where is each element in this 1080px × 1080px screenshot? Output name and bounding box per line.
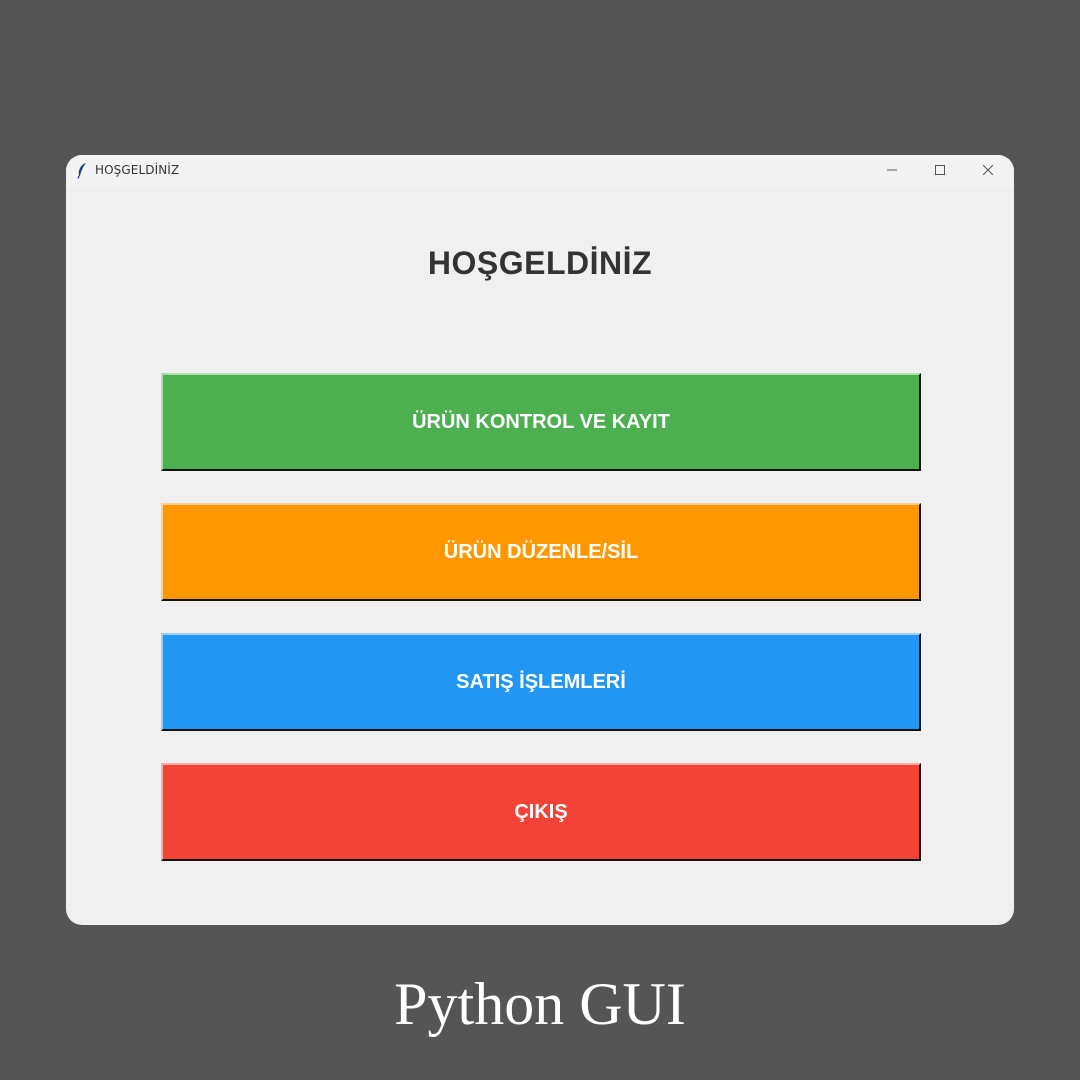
close-button[interactable] <box>965 155 1011 186</box>
app-window: HOŞGELDİNİZ HOŞGELDİNİZ ÜRÜN KONTROL VE … <box>66 155 1014 925</box>
product-control-register-button[interactable]: ÜRÜN KONTROL VE KAYIT <box>161 373 921 471</box>
minimize-button[interactable] <box>869 155 915 186</box>
sales-operations-button[interactable]: SATIŞ İŞLEMLERİ <box>161 633 921 731</box>
button-label: SATIŞ İŞLEMLERİ <box>456 670 626 693</box>
feather-icon <box>76 162 88 179</box>
product-edit-delete-button[interactable]: ÜRÜN DÜZENLE/SİL <box>161 503 921 601</box>
caption-text: Python GUI <box>394 971 686 1037</box>
button-label: ÜRÜN KONTROL VE KAYIT <box>412 410 670 433</box>
title-bar[interactable]: HOŞGELDİNİZ <box>66 155 1014 186</box>
close-icon <box>983 165 993 175</box>
maximize-button[interactable] <box>917 155 963 186</box>
window-title: HOŞGELDİNİZ <box>95 163 180 177</box>
button-label: ÇIKIŞ <box>514 800 568 823</box>
page-title: HOŞGELDİNİZ <box>427 245 653 281</box>
button-label: ÜRÜN DÜZENLE/SİL <box>443 540 639 563</box>
maximize-icon <box>935 165 945 175</box>
exit-button[interactable]: ÇIKIŞ <box>161 763 921 861</box>
minimize-icon <box>887 169 897 171</box>
